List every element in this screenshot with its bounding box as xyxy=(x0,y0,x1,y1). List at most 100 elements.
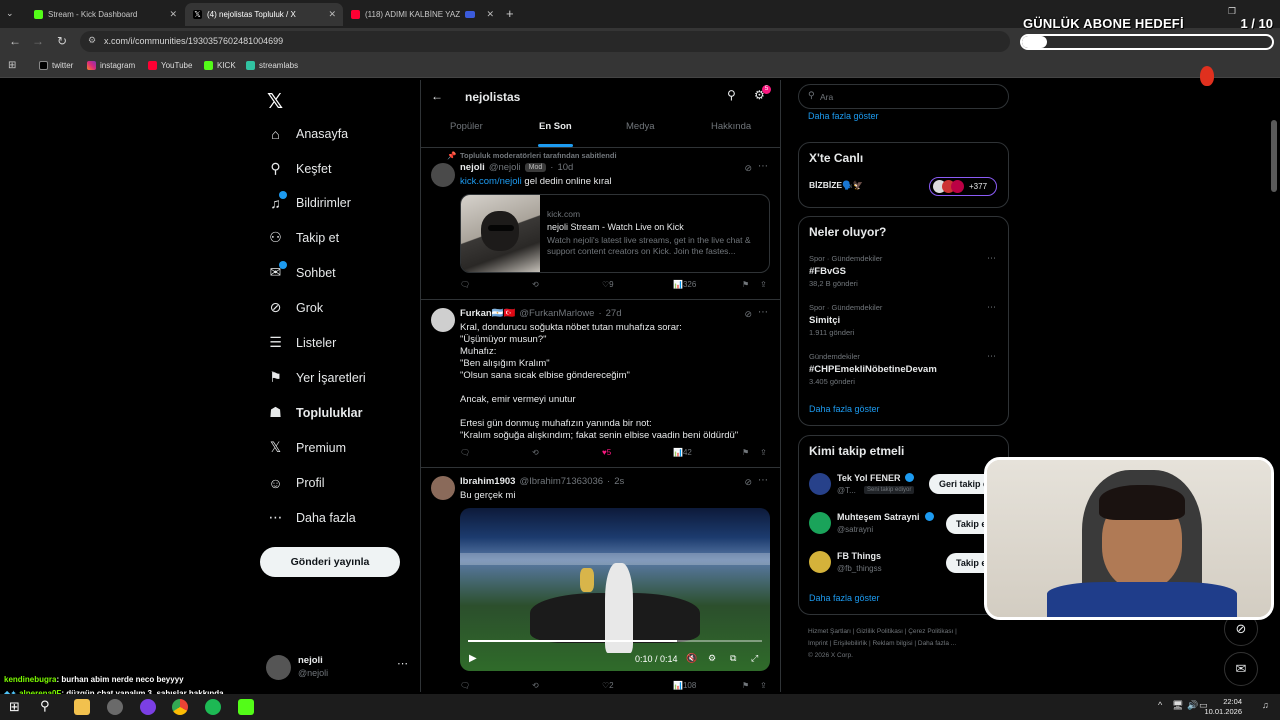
author-name[interactable]: nejoli xyxy=(460,162,485,173)
author-name[interactable]: Furkan🇦🇷🇹🇷 xyxy=(460,308,515,319)
bookmark-icon[interactable]: ⚑ xyxy=(742,681,749,690)
grok-icon[interactable]: ⊘ xyxy=(744,309,752,320)
more-icon[interactable]: ⋯ xyxy=(758,307,768,318)
bookmark-twitter[interactable]: twitter xyxy=(39,61,73,70)
tweet-ibrahim[interactable]: Ibrahim1903 @Ibrahim71363036 · 2s ⊘ ⋯ Bu… xyxy=(421,468,780,692)
account-switcher[interactable]: nejoli @nejoli ⋯ xyxy=(266,652,416,682)
bookmark-icon[interactable]: ⚑ xyxy=(742,448,749,457)
show-more-link[interactable]: Daha fazla göster xyxy=(809,404,880,414)
video-progress-track[interactable] xyxy=(468,640,762,642)
views-button[interactable]: 📊 108 xyxy=(673,681,696,690)
nav-item-profile[interactable]: ☺ Profil xyxy=(268,475,324,491)
bookmark-instagram[interactable]: instagram xyxy=(87,61,135,70)
more-icon[interactable]: ⋯ xyxy=(397,657,408,670)
views-button[interactable]: 📊 42 xyxy=(673,448,692,457)
nav-item-home[interactable]: ⌂ Anasayfa xyxy=(268,126,348,142)
footer-imprint[interactable]: Imprint xyxy=(808,640,828,647)
avatar[interactable] xyxy=(809,551,831,573)
trend-name[interactable]: #CHPEmekliNöbetineDevam xyxy=(809,364,937,375)
footer-privacy[interactable]: Gizlilik Politikası xyxy=(856,628,903,635)
reload-button[interactable]: ↻ xyxy=(55,34,69,48)
avatar[interactable] xyxy=(809,473,831,495)
close-icon[interactable]: ✕ xyxy=(169,9,177,20)
bookmark-streamlabs[interactable]: streamlabs xyxy=(246,61,298,70)
windows-start-icon[interactable]: ⊞ xyxy=(9,699,20,715)
search-icon[interactable]: ⚲ xyxy=(727,88,736,102)
notification-bell-icon[interactable]: ♫ xyxy=(1262,700,1269,710)
nav-item-notifications[interactable]: ♫ Bildirimler xyxy=(268,191,351,211)
retweet-icon[interactable]: ⟲ xyxy=(532,280,539,289)
tab-latest[interactable]: En Son xyxy=(539,121,572,132)
url-bar[interactable]: ⚙ x.com/i/communities/193035760248100469… xyxy=(80,31,1010,52)
like-button[interactable]: ♡ 9 xyxy=(602,280,614,289)
retweet-icon[interactable]: ⟲ xyxy=(532,448,539,457)
site-info-icon[interactable]: ⚙ xyxy=(88,35,96,46)
nav-item-explore[interactable]: ⚲ Keşfet xyxy=(268,160,331,176)
tab-popular[interactable]: Popüler xyxy=(450,121,483,132)
search-icon[interactable]: ⚲ xyxy=(40,698,50,714)
network-icon[interactable]: 🖥 xyxy=(1172,700,1183,711)
footer-accessibility[interactable]: Erişilebilirlik xyxy=(833,640,867,647)
tweet-pinned[interactable]: 📌 Topluluk moderatörleri tarafından sabi… xyxy=(421,148,780,300)
link-card[interactable]: kick.com nejoli Stream - Watch Live on K… xyxy=(460,194,770,273)
share-icon[interactable]: ⇪ xyxy=(760,280,767,289)
tab-nejolistas[interactable]: 𝕏 (4) nejolistas Topluluk / X ✕ xyxy=(185,3,343,26)
tweet-furkan[interactable]: Furkan🇦🇷🇹🇷 @FurkanMarlowe · 27d ⊘ ⋯ Kral… xyxy=(421,300,780,468)
spotify-icon[interactable] xyxy=(205,699,221,715)
file-explorer-icon[interactable] xyxy=(74,699,90,715)
suggestion-name[interactable]: FB Things xyxy=(837,551,881,561)
author-name[interactable]: Ibrahim1903 xyxy=(460,476,515,487)
nav-item-premium[interactable]: 𝕏 Premium xyxy=(268,439,346,455)
pip-icon[interactable]: ⧉ xyxy=(730,653,736,664)
suggestion-name[interactable]: Tek Yol FENER xyxy=(837,473,901,483)
footer-terms[interactable]: Hizmet Şartları xyxy=(808,628,851,635)
author-handle[interactable]: @nejoli xyxy=(489,162,521,173)
post-button[interactable]: Gönderi yayınla xyxy=(260,547,400,577)
play-icon[interactable]: ▶ xyxy=(469,653,477,664)
show-more-link[interactable]: Daha fazla göster xyxy=(808,111,879,121)
back-arrow-icon[interactable]: ← xyxy=(431,89,443,103)
search-box[interactable]: ⚲ Ara xyxy=(798,84,1009,109)
tab-about[interactable]: Hakkında xyxy=(711,121,751,132)
x-logo-icon[interactable]: 𝕏 xyxy=(267,89,283,114)
url-text[interactable]: x.com/i/communities/1930357602481004699 xyxy=(104,36,283,46)
back-button[interactable]: ← xyxy=(8,34,22,48)
avatar[interactable] xyxy=(431,308,455,332)
bookmark-youtube[interactable]: YouTube xyxy=(148,61,192,70)
live-space-name[interactable]: BİZBİZE🗣️🦅 xyxy=(809,180,863,191)
scrollbar-thumb[interactable] xyxy=(1271,120,1277,192)
close-icon[interactable]: ✕ xyxy=(328,9,336,20)
suggestion-name[interactable]: Muhteşem Satrayni xyxy=(837,512,920,522)
forward-button[interactable]: → xyxy=(31,34,45,48)
grok-icon[interactable]: ⊘ xyxy=(744,163,752,174)
volume-icon[interactable]: 🔊 xyxy=(1187,700,1198,711)
like-button[interactable]: ♡ 2 xyxy=(602,681,614,690)
like-button[interactable]: ♥ 5 xyxy=(602,448,611,457)
trend-name[interactable]: #FBvGS xyxy=(809,266,846,277)
live-listeners-pill[interactable]: +377 xyxy=(929,177,997,196)
tweet-time[interactable]: 10d xyxy=(557,162,573,173)
tweet-time[interactable]: 27d xyxy=(606,308,622,319)
new-tab-button[interactable]: + xyxy=(506,6,514,21)
trend-name[interactable]: Simitçi xyxy=(809,315,840,326)
tweet-time[interactable]: 2s xyxy=(614,476,624,487)
tab-kick-dashboard[interactable]: Stream - Kick Dashboard ✕ xyxy=(26,3,184,26)
nav-item-more[interactable]: ⋯ Daha fazla xyxy=(268,509,356,525)
tab-media[interactable]: Medya xyxy=(626,121,655,132)
bookmark-icon[interactable]: ⚑ xyxy=(742,280,749,289)
nav-item-chat[interactable]: ✉ Sohbet xyxy=(268,261,336,280)
share-icon[interactable]: ⇪ xyxy=(760,448,767,457)
views-button[interactable]: 📊 326 xyxy=(673,280,696,289)
close-icon[interactable]: ✕ xyxy=(486,9,494,20)
more-icon[interactable]: ⋯ xyxy=(758,161,768,172)
obs-icon[interactable] xyxy=(140,699,156,715)
author-handle[interactable]: @Ibrahim71363036 xyxy=(519,476,603,487)
more-icon[interactable]: ⋯ xyxy=(758,475,768,486)
mute-icon[interactable]: 🔇 xyxy=(686,653,697,664)
footer-cookies[interactable]: Çerez Politikası xyxy=(908,628,953,635)
apps-grid-icon[interactable]: ⊞ xyxy=(8,60,16,71)
tweet-video[interactable]: ▶ 0:10 / 0:14 🔇 ⚙ ⧉ ⤢ xyxy=(460,508,770,671)
avatar[interactable] xyxy=(431,476,455,500)
nav-item-lists[interactable]: ☰ Listeler xyxy=(268,334,336,350)
more-icon[interactable]: ⋯ xyxy=(987,351,996,362)
